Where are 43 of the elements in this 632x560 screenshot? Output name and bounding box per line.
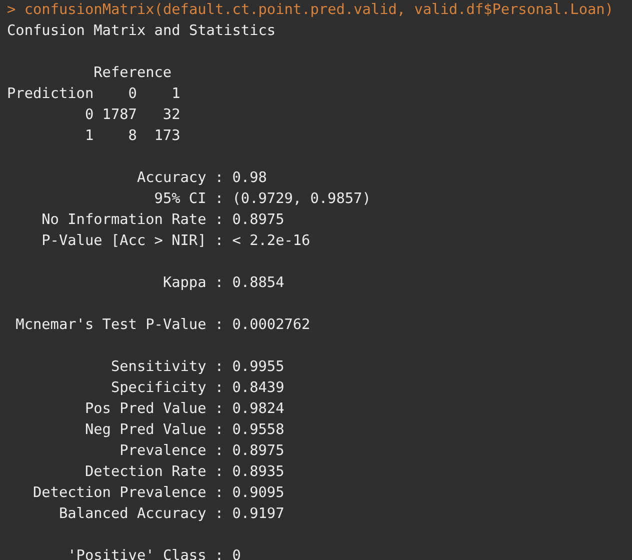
prediction-label: Prediction: [7, 85, 94, 104]
statistic-label: Detection Rate :: [84, 463, 224, 482]
statistic-value: 0.9095: [232, 484, 286, 503]
output-title: Confusion Matrix and Statistics: [7, 22, 276, 41]
matrix-column-header: 1: [170, 85, 180, 104]
statistic-value: 0.8935: [232, 463, 286, 482]
prompt-symbol: >: [7, 1, 16, 20]
statistic-value: 0.0002762: [232, 316, 312, 335]
statistic-label: Neg Pred Value :: [84, 421, 224, 440]
matrix-column-header: 0: [127, 85, 137, 104]
matrix-row-header: 1: [84, 127, 94, 146]
matrix-row-header: 0: [84, 106, 94, 125]
statistic-label: Kappa :: [162, 274, 224, 293]
statistic-value: 0.8975: [232, 211, 286, 230]
matrix-cell-text: 32: [162, 106, 180, 125]
statistic-value: 0.8854: [232, 274, 286, 293]
statistic-label: Accuracy :: [136, 169, 224, 188]
matrix-cell-text: 1787: [101, 106, 137, 125]
statistic-label: Balanced Accuracy :: [58, 505, 224, 524]
statistic-label: 95% CI :: [153, 190, 224, 209]
statistic-value: 0.9955: [232, 358, 286, 377]
statistic-value: 0.9558: [232, 421, 286, 440]
statistic-value: 0: [232, 547, 242, 560]
statistic-label: P-Value [Acc > NIR] :: [40, 232, 224, 251]
statistic-label: Detection Prevalence :: [32, 484, 224, 503]
statistic-label: Prevalence :: [118, 442, 224, 461]
statistic-label: Specificity :: [110, 379, 224, 398]
reference-label: Reference: [94, 64, 173, 83]
matrix-cell-text: 8: [127, 127, 137, 146]
statistic-value: (0.9729, 0.9857): [232, 190, 372, 209]
statistic-label: Pos Pred Value :: [84, 400, 224, 419]
matrix-cell-text: 173: [153, 127, 180, 146]
statistic-value: 0.8975: [232, 442, 286, 461]
command-text: confusionMatrix(default.ct.point.pred.valid, valid.df$Personal.Loan): [23, 1, 614, 20]
statistic-value: 0.98: [232, 169, 268, 188]
statistic-label: Mcnemar's Test P-Value :: [14, 316, 224, 335]
statistic-label: Sensitivity :: [110, 358, 224, 377]
statistic-value: 0.9197: [232, 505, 286, 524]
statistic-value: < 2.2e-16: [232, 232, 312, 251]
statistic-label: No Information Rate :: [40, 211, 224, 230]
statistic-value: 0.9824: [232, 400, 286, 419]
statistic-value: 0.8439: [232, 379, 286, 398]
statistic-label: 'Positive' Class :: [66, 547, 224, 560]
